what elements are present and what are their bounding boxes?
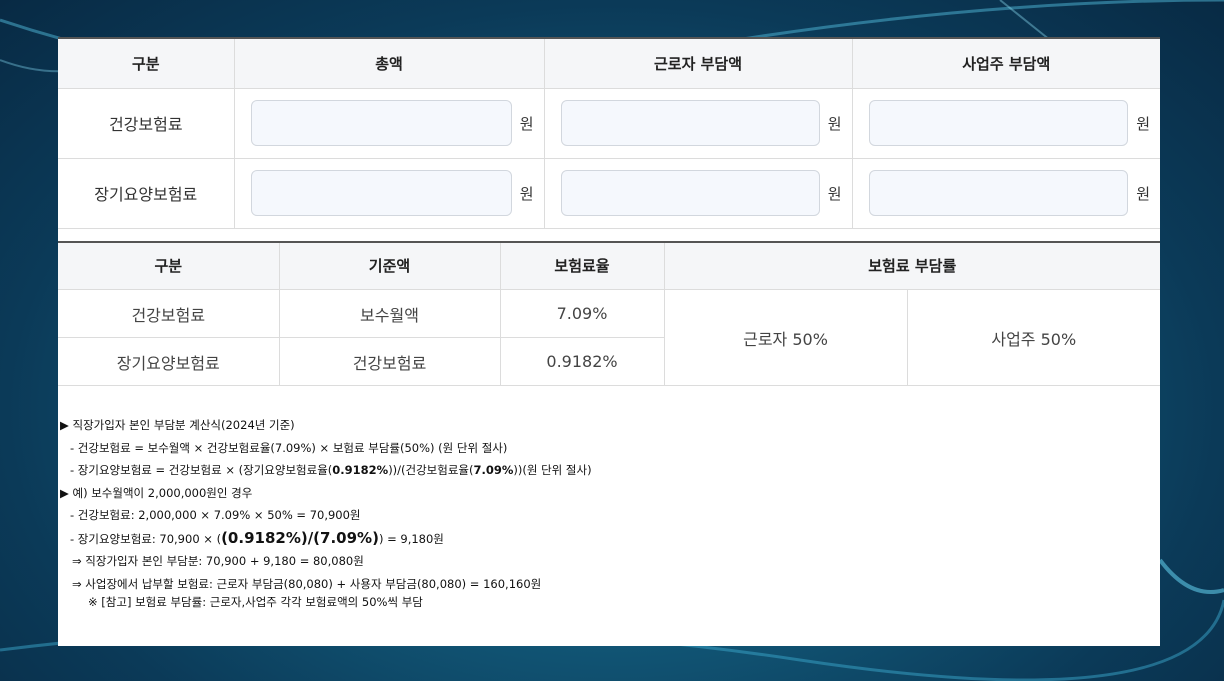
health-worker-input[interactable] — [560, 100, 820, 146]
header-worker-amount: 근로자 부담액 — [544, 38, 853, 89]
header-total: 총액 — [234, 38, 545, 89]
header-employer-amount: 사업주 부담액 — [852, 38, 1160, 89]
unit-label: 원 — [827, 184, 842, 203]
content-panel: 구분 총액 근로자 부담액 사업주 부담액 건강보험료 원 원 원 장기요양보험… — [58, 37, 1160, 646]
note-example-heading: ▶ 예) 보수월액이 2,000,000원인 경우 — [60, 485, 253, 500]
premium-rate-table: 구분 기준액 보험료율 보험료 부담률 건강보험료 보수월액 7.09% 근로자… — [58, 240, 1160, 386]
note-ratio-bold: (0.9182%)/(7.09%) — [221, 528, 379, 547]
note-rate-bold: 7.09% — [473, 463, 514, 477]
header-category: 구분 — [58, 241, 280, 290]
note-reference: ※ [참고] 보험료 부담률: 근로자,사업주 각각 보험료액의 50%씩 부담 — [88, 595, 423, 609]
table-header-row: 구분 총액 근로자 부담액 사업주 부담액 — [58, 38, 1160, 89]
longterm-worker-input[interactable] — [560, 170, 820, 216]
row-label-health: 건강보험료 — [58, 289, 280, 338]
header-rate: 보험료율 — [500, 241, 665, 290]
premium-input-table: 구분 총액 근로자 부담액 사업주 부담액 건강보험료 원 원 원 장기요양보험… — [58, 37, 1160, 229]
base-longterm: 건강보험료 — [279, 337, 501, 386]
rate-health: 7.09% — [500, 289, 665, 338]
header-category: 구분 — [58, 38, 235, 89]
worker-share: 근로자 50% — [664, 289, 908, 386]
table-row: 건강보험료 보수월액 7.09% 근로자 50% 사업주 50% — [58, 289, 1160, 386]
unit-label: 원 — [827, 114, 842, 133]
note-workplace-total: ⇒ 사업장에서 납부할 보험료: 근로자 부담금(80,080) + 사용자 부… — [72, 576, 542, 591]
unit-label: 원 — [519, 184, 534, 203]
table-row: 건강보험료 원 원 원 — [58, 88, 1160, 159]
row-label-health: 건강보험료 — [58, 88, 235, 159]
health-total-input[interactable] — [250, 100, 512, 146]
rate-longterm: 0.9182% — [500, 337, 665, 386]
calculation-notes: ▶ 직장가입자 본인 부담분 계산식(2024년 기준) - 건강보험료 = 보… — [58, 386, 1160, 610]
employer-share: 사업주 50% — [907, 289, 1160, 386]
longterm-total-input[interactable] — [250, 170, 512, 216]
health-employer-input[interactable] — [868, 100, 1129, 146]
unit-label: 원 — [1136, 184, 1150, 203]
note-rate-bold: 0.9182% — [332, 463, 389, 477]
note-text: ))(원 단위 절사) — [513, 463, 592, 477]
note-longterm-example: - 장기요양보험료: 70,900 × ((0.9182%)/(7.09%)) … — [58, 527, 1160, 551]
table-header-row: 구분 기준액 보험료율 보험료 부담률 — [58, 241, 1160, 290]
note-formula-heading: ▶ 직장가입자 본인 부담분 계산식(2024년 기준) — [60, 418, 295, 432]
row-label-longterm: 장기요양보험료 — [58, 158, 235, 229]
longterm-employer-input[interactable] — [868, 170, 1129, 216]
header-share-ratio: 보험료 부담률 — [664, 241, 1160, 290]
unit-label: 원 — [1136, 114, 1150, 133]
note-text: ))/(건강보험료율( — [388, 463, 474, 477]
row-label-longterm: 장기요양보험료 — [58, 337, 280, 386]
note-health-example: - 건강보험료: 2,000,000 × 7.09% × 50% = 70,90… — [70, 508, 361, 522]
note-health-formula: - 건강보험료 = 보수월액 × 건강보험료율(7.09%) × 보험료 부담률… — [70, 440, 508, 455]
unit-label: 원 — [519, 114, 534, 133]
base-health: 보수월액 — [279, 289, 501, 338]
note-text: - 장기요양보험료 = 건강보험료 × (장기요양보험료율( — [70, 463, 333, 477]
note-text: - 장기요양보험료: 70,900 × ( — [70, 531, 222, 546]
note-self-burden: ⇒ 직장가입자 본인 부담분: 70,900 + 9,180 = 80,080원 — [72, 554, 364, 568]
note-text: ) = 9,180원 — [378, 531, 444, 546]
note-longterm-formula: - 장기요양보험료 = 건강보험료 × (장기요양보험료율(0.9182%))/… — [58, 459, 1160, 482]
table-row: 장기요양보험료 원 원 원 — [58, 158, 1160, 229]
header-base-amount: 기준액 — [279, 241, 501, 290]
